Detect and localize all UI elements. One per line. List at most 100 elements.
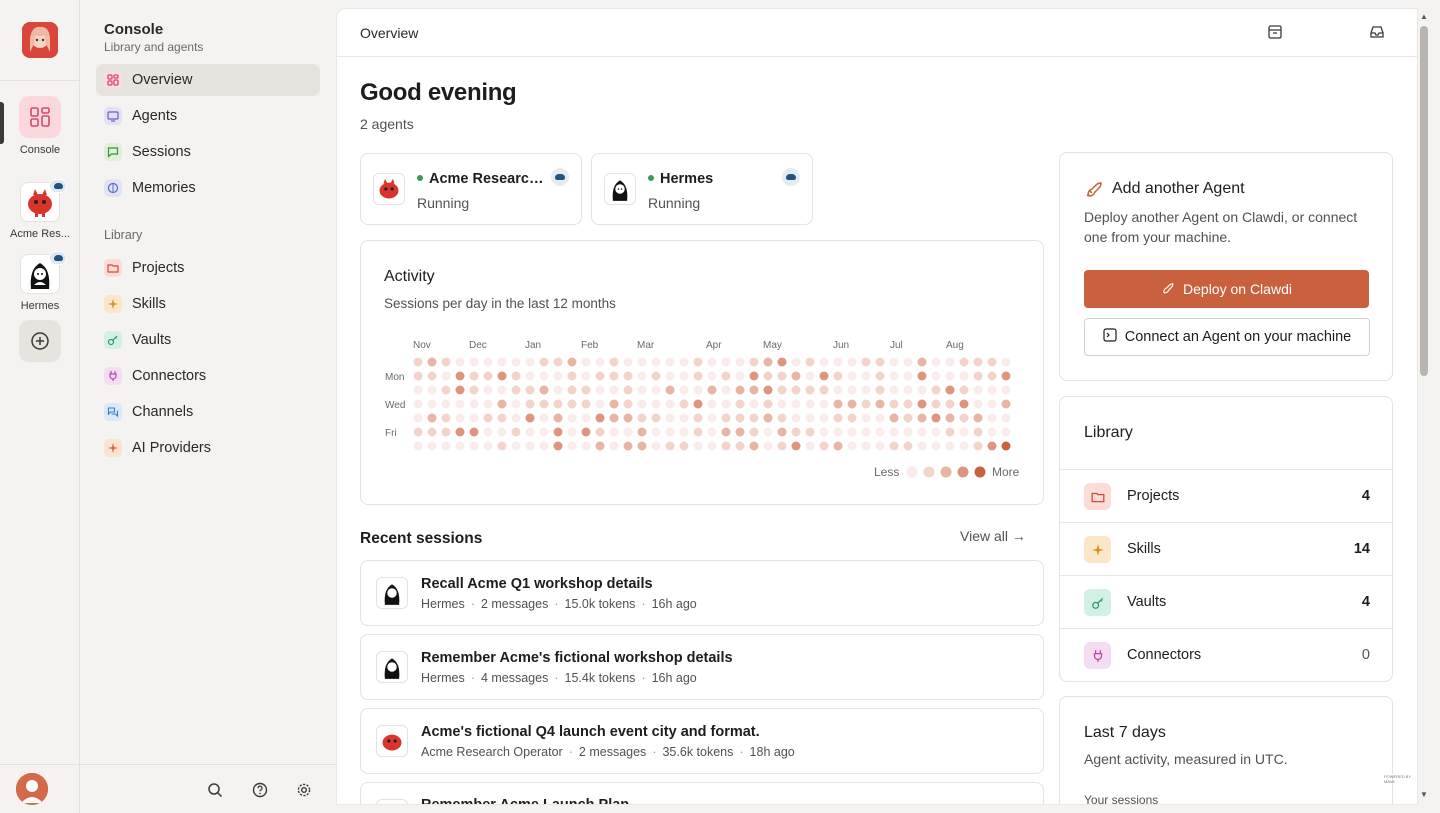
agent-card-acme[interactable]: Acme Research... Running	[360, 153, 582, 225]
heatmap-cell	[427, 441, 437, 451]
heatmap-cell	[427, 413, 437, 423]
heatmap-cell	[637, 399, 647, 409]
sidebar-item-sessions[interactable]: Sessions	[96, 136, 320, 168]
add-agent-rail-button[interactable]	[0, 320, 80, 362]
heatmap-cell	[497, 385, 507, 395]
heatmap-cell	[959, 371, 969, 381]
agent-status: Running	[648, 195, 701, 211]
session-title: Remember Acme Launch Plan	[421, 797, 630, 805]
cloud-badge-icon	[49, 251, 67, 265]
library-row-connectors[interactable]: Connectors 0	[1060, 628, 1394, 681]
connect-agent-button[interactable]: Connect an Agent on your machine	[1084, 318, 1370, 356]
heatmap-cell	[441, 385, 451, 395]
heatmap-cell	[623, 399, 633, 409]
heatmap-cell	[749, 427, 759, 437]
heatmap-cell	[553, 357, 563, 367]
library-row-vaults[interactable]: Vaults 4	[1060, 575, 1394, 628]
heatmap-cell	[875, 441, 885, 451]
sidebar-item-label: Skills	[132, 296, 166, 312]
user-avatar[interactable]	[16, 773, 48, 805]
sidebar-item-channels[interactable]: Channels	[96, 396, 320, 428]
gear-icon[interactable]	[295, 781, 313, 799]
inbox-icon[interactable]	[1369, 24, 1385, 40]
console-icon	[19, 96, 61, 138]
heatmap-cell	[707, 385, 717, 395]
scroll-up-icon[interactable]: ▲	[1419, 13, 1429, 21]
rail-item-console[interactable]: Console	[0, 96, 80, 156]
library-row-projects[interactable]: Projects 4	[1060, 469, 1394, 522]
archive-icon[interactable]	[1267, 24, 1283, 40]
deploy-button[interactable]: Deploy on Clawdi	[1084, 270, 1369, 308]
plus-circle-icon	[19, 320, 61, 362]
session-title: Remember Acme's fictional workshop detai…	[421, 650, 733, 666]
day-label: Mon	[385, 372, 404, 383]
heatmap-cell	[679, 385, 689, 395]
view-all-link[interactable]: View all →	[960, 528, 1026, 544]
heatmap-cell	[945, 385, 955, 395]
connect-label: Connect an Agent on your machine	[1124, 329, 1352, 345]
day-label: Wed	[385, 400, 405, 411]
heatmap-cell	[987, 413, 997, 423]
sidebar-item-overview[interactable]: Overview	[96, 64, 320, 96]
heatmap-cell	[553, 427, 563, 437]
heatmap-cell	[917, 427, 927, 437]
session-row[interactable]: Remember Acme Launch Plan	[360, 782, 1044, 805]
session-row[interactable]: Acme's fictional Q4 launch event city an…	[360, 708, 1044, 774]
library-row-skills[interactable]: Skills 14	[1060, 522, 1394, 575]
heatmap-cell	[497, 441, 507, 451]
heatmap-cell	[581, 371, 591, 381]
agent-card-hermes[interactable]: Hermes Running	[591, 153, 813, 225]
scroll-down-icon[interactable]: ▼	[1419, 791, 1429, 799]
folder-icon	[1084, 483, 1111, 510]
sidebar-item-connectors[interactable]: Connectors	[96, 360, 320, 392]
hermes-avatar-icon	[376, 651, 408, 683]
heatmap-cell	[875, 371, 885, 381]
sidebar-item-label: Memories	[132, 180, 196, 196]
heatmap-cell	[623, 357, 633, 367]
heatmap-cell	[553, 371, 563, 381]
month-label: Apr	[706, 340, 722, 351]
library-row-count: 0	[1361, 647, 1370, 663]
session-row[interactable]: Remember Acme's fictional workshop detai…	[360, 634, 1044, 700]
heatmap-cell	[931, 427, 941, 437]
heatmap-cell	[595, 441, 605, 451]
rail-item-acme[interactable]: Acme Res...	[0, 179, 80, 240]
ai-icon	[104, 439, 122, 457]
rail-item-hermes[interactable]: Hermes	[0, 251, 80, 312]
heatmap-cell	[595, 427, 605, 437]
sidebar-item-skills[interactable]: Skills	[96, 288, 320, 320]
heatmap-cell	[791, 441, 801, 451]
heatmap-cell	[819, 427, 829, 437]
sidebar-item-agents[interactable]: Agents	[96, 100, 320, 132]
heatmap-cell	[819, 399, 829, 409]
grid-icon	[104, 71, 122, 89]
sidebar-item-memories[interactable]: Memories	[96, 172, 320, 204]
heatmap-cell	[623, 385, 633, 395]
heatmap-cell	[847, 371, 857, 381]
heatmap-cell	[819, 371, 829, 381]
heatmap-cell	[903, 427, 913, 437]
heatmap-cell	[945, 441, 955, 451]
heatmap-cell	[721, 385, 731, 395]
heatmap-cell	[693, 385, 703, 395]
sidebar-item-vaults[interactable]: Vaults	[96, 324, 320, 356]
heatmap-cell	[651, 385, 661, 395]
heatmap-cell	[987, 427, 997, 437]
help-icon[interactable]	[251, 781, 269, 799]
app-logo[interactable]	[22, 22, 58, 58]
heatmap-cell	[637, 441, 647, 451]
sidebar-item-label: Connectors	[132, 368, 207, 384]
heatmap-cell	[497, 399, 507, 409]
heatmap-cell	[483, 371, 493, 381]
scrollbar-thumb[interactable]	[1420, 26, 1428, 376]
powered-by-label: POWERED BY MAVA	[1384, 774, 1412, 784]
heatmap-cell	[805, 399, 815, 409]
heatmap-cell	[455, 441, 465, 451]
heatmap-cell	[735, 427, 745, 437]
session-row[interactable]: Recall Acme Q1 workshop details Hermes · 2…	[360, 560, 1044, 626]
heatmap-cell	[735, 441, 745, 451]
heatmap-cell	[889, 413, 899, 423]
sidebar-item-ai-providers[interactable]: AI Providers	[96, 432, 320, 464]
sidebar-item-projects[interactable]: Projects	[96, 252, 320, 284]
search-icon[interactable]	[206, 781, 224, 799]
